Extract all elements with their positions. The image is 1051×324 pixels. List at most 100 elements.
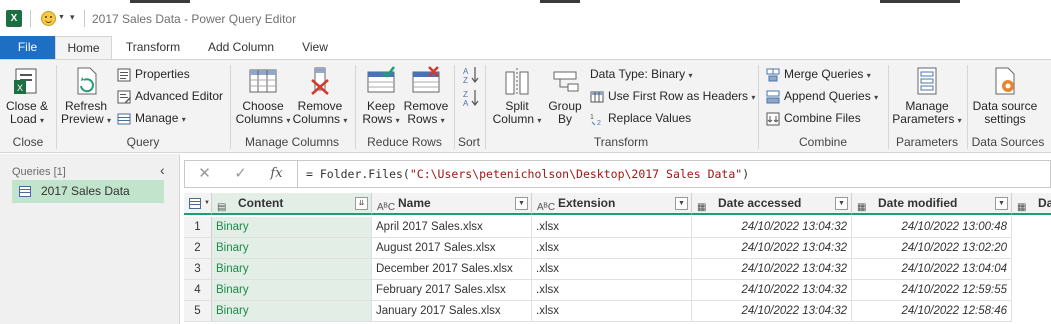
append-queries-button[interactable]: Append Queries ▾	[766, 88, 878, 106]
query-item[interactable]: 2017 Sales Data	[12, 180, 164, 203]
confirm-formula-icon[interactable]: ✓	[223, 161, 258, 187]
svg-text:X: X	[17, 83, 23, 93]
date-accessed-cell[interactable]: 24/10/2022 13:04:32	[692, 217, 852, 238]
window-edge	[130, 0, 190, 3]
manage-parameters-button[interactable]: Manage Parameters ▾	[892, 66, 962, 127]
tab-transform[interactable]: Transform	[118, 36, 188, 59]
data-source-settings-icon	[995, 67, 1015, 95]
filter-dropdown-icon[interactable]: ▼	[835, 197, 848, 210]
sort-descending-button[interactable]: Z A	[462, 88, 480, 108]
date-modified-cell[interactable]: 24/10/2022 13:02:20	[852, 238, 1012, 259]
manage-button[interactable]: Manage ▾	[117, 110, 186, 128]
filter-dropdown-icon[interactable]: ▼	[515, 197, 528, 210]
row-number[interactable]: 5	[184, 301, 212, 322]
group-by-button[interactable]: Group By	[545, 66, 585, 126]
tab-home[interactable]: Home	[55, 36, 112, 59]
function-icon[interactable]: fx	[259, 161, 294, 187]
expand-binary-icon[interactable]: ⇊	[355, 197, 368, 210]
ribbon: X Close & Load ▾ Close Refresh Preview ▾…	[0, 59, 1051, 153]
keep-rows-button[interactable]: Keep Rows ▾	[360, 66, 402, 127]
name-cell[interactable]: February 2017 Sales.xlsx	[372, 280, 532, 301]
replace-values-icon: 12	[590, 114, 601, 126]
binary-cell[interactable]: Binary	[212, 301, 372, 322]
tab-file[interactable]: File	[0, 36, 55, 59]
properties-button[interactable]: Properties	[117, 66, 190, 84]
column-header-date-modified[interactable]: ▦ Date modified ▼	[852, 193, 1012, 215]
data-source-settings-button[interactable]: Data source settings	[970, 66, 1040, 126]
tab-view[interactable]: View	[294, 36, 336, 59]
divider	[297, 161, 298, 187]
properties-label: Properties	[135, 67, 190, 81]
group-label-sort: Sort	[457, 135, 480, 149]
cancel-formula-icon[interactable]: ✕	[187, 161, 222, 187]
refresh-preview-button[interactable]: Refresh Preview ▾	[60, 66, 112, 127]
advanced-editor-button[interactable]: Advanced Editor	[117, 88, 223, 106]
row-number[interactable]: 3	[184, 259, 212, 280]
feedback-smiley-icon[interactable]	[41, 11, 56, 26]
binary-cell[interactable]: Binary	[212, 217, 372, 238]
date-accessed-cell[interactable]: 24/10/2022 13:04:32	[692, 238, 852, 259]
date-accessed-cell[interactable]: 24/10/2022 13:04:32	[692, 259, 852, 280]
column-header-name[interactable]: AᴮC Name ▼	[372, 193, 532, 215]
use-first-row-as-headers-button[interactable]: Use First Row as Headers ▾	[590, 88, 755, 106]
svg-text:A: A	[463, 99, 469, 108]
group-label-transform: Transform	[593, 135, 649, 149]
combine-files-button[interactable]: Combine Files	[766, 110, 861, 128]
table-menu-button[interactable]: ▼	[184, 193, 212, 215]
column-header-extension[interactable]: AᴮC Extension ▼	[532, 193, 692, 215]
column-header-content[interactable]: ▤ Content ⇊	[212, 193, 372, 215]
merge-queries-button[interactable]: Merge Queries ▾	[766, 66, 871, 84]
by-label: By	[557, 112, 572, 126]
split-column-button[interactable]: Split Column ▾	[492, 66, 542, 127]
date-modified-cell[interactable]: 24/10/2022 13:00:48	[852, 217, 1012, 238]
name-cell[interactable]: December 2017 Sales.xlsx	[372, 259, 532, 280]
filter-dropdown-icon[interactable]: ▼	[995, 197, 1008, 210]
extension-cell[interactable]: .xlsx	[532, 238, 692, 259]
row-number[interactable]: 2	[184, 238, 212, 259]
date-modified-cell[interactable]: 24/10/2022 12:59:55	[852, 280, 1012, 301]
query-item-label: 2017 Sales Data	[41, 184, 130, 198]
name-cell[interactable]: January 2017 Sales.xlsx	[372, 301, 532, 322]
date-accessed-cell[interactable]: 24/10/2022 13:04:32	[692, 301, 852, 322]
column-header-date-created[interactable]: ▦ Da	[1012, 193, 1051, 215]
customize-quick-access-icon[interactable]: ▾	[70, 12, 75, 23]
row-number[interactable]: 1	[184, 217, 212, 238]
filter-dropdown-icon[interactable]: ▼	[675, 197, 688, 210]
chevron-down-icon: ▾	[957, 116, 962, 125]
chevron-down-icon: ▾	[107, 116, 112, 125]
close-and-load-button[interactable]: X Close & Load ▾	[4, 66, 50, 127]
formula-bar: ✕ ✓ fx = Folder.Files("C:\Users\petenich…	[184, 160, 1051, 188]
column-header-date-accessed[interactable]: ▦ Date accessed ▼	[692, 193, 852, 215]
datetime-type-icon: ▦	[1017, 202, 1027, 213]
date-accessed-cell[interactable]: 24/10/2022 13:04:32	[692, 280, 852, 301]
group-label-parameters: Parameters	[895, 135, 959, 149]
remove-columns-button[interactable]: Remove Columns ▾	[292, 66, 348, 127]
tab-add-column[interactable]: Add Column	[200, 36, 282, 59]
row-number[interactable]: 4	[184, 280, 212, 301]
binary-cell[interactable]: Binary	[212, 259, 372, 280]
extension-cell[interactable]: .xlsx	[532, 301, 692, 322]
extension-cell[interactable]: .xlsx	[532, 259, 692, 280]
collapse-pane-icon[interactable]: ‹	[160, 162, 165, 178]
group-label-manage-columns: Manage Columns	[244, 135, 340, 149]
date-modified-cell[interactable]: 24/10/2022 12:58:46	[852, 301, 1012, 322]
choose-columns-button[interactable]: Choose Columns ▾	[234, 66, 292, 127]
group-label-data-sources: Data Sources	[971, 135, 1045, 149]
table-row: 3 Binary December 2017 Sales.xlsx .xlsx …	[184, 259, 1051, 280]
close-load-icon: X	[14, 68, 37, 94]
binary-cell[interactable]: Binary	[212, 280, 372, 301]
extension-cell[interactable]: .xlsx	[532, 217, 692, 238]
binary-cell[interactable]: Binary	[212, 238, 372, 259]
data-type-dropdown[interactable]: Data Type: Binary ▾	[590, 66, 693, 84]
chevron-down-icon[interactable]: ▼	[58, 14, 65, 21]
replace-values-button[interactable]: 1 2 Replace Values	[590, 110, 691, 128]
formula-input[interactable]: = Folder.Files("C:\Users\petenicholson\D…	[306, 167, 749, 181]
name-cell[interactable]: April 2017 Sales.xlsx	[372, 217, 532, 238]
date-modified-cell[interactable]: 24/10/2022 13:04:04	[852, 259, 1012, 280]
name-cell[interactable]: August 2017 Sales.xlsx	[372, 238, 532, 259]
table-row: 1 Binary April 2017 Sales.xlsx .xlsx 24/…	[184, 217, 1051, 238]
remove-rows-button[interactable]: Remove Rows ▾	[403, 66, 449, 127]
extension-cell[interactable]: .xlsx	[532, 280, 692, 301]
sort-ascending-button[interactable]: A Z	[462, 65, 480, 85]
append-queries-label: Append Queries	[784, 89, 871, 103]
